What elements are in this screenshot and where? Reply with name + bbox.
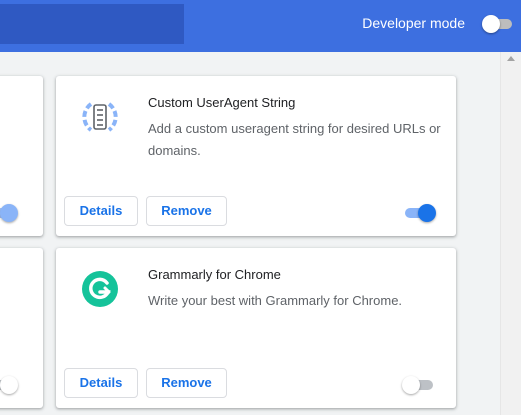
extension-card-custom-useragent: Custom UserAgent String Add a custom use… (56, 76, 456, 236)
extension-name: Grammarly for Chrome (148, 267, 281, 282)
developer-mode-toggle[interactable] (482, 15, 512, 33)
extension-name: Custom UserAgent String (148, 95, 296, 110)
remove-button[interactable]: Remove (146, 368, 227, 398)
search-box[interactable] (0, 4, 184, 44)
extension-enable-toggle[interactable] (402, 204, 436, 222)
developer-mode-toggle-knob (482, 15, 500, 33)
toggle-knob (0, 204, 18, 222)
extension-card-partial (0, 248, 43, 408)
extension-description: Write your best with Grammarly for Chrom… (148, 293, 403, 308)
extension-description: Add a custom useragent string for desire… (148, 121, 441, 158)
toggle-knob (0, 376, 18, 394)
extension-toggle-partial[interactable] (0, 204, 18, 222)
extension-enable-toggle[interactable] (402, 376, 436, 394)
developer-mode-label: Developer mode (362, 15, 465, 31)
useragent-icon (79, 96, 121, 138)
scroll-up-arrow-icon[interactable] (507, 56, 515, 61)
vertical-scrollbar[interactable] (500, 52, 521, 415)
grammarly-icon (79, 268, 121, 310)
top-toolbar: Developer mode (0, 0, 521, 52)
extension-card-partial (0, 76, 43, 236)
extension-card-grammarly: Grammarly for Chrome Write your best wit… (56, 248, 456, 408)
remove-button[interactable]: Remove (146, 196, 227, 226)
extension-toggle-partial[interactable] (0, 376, 18, 394)
details-button[interactable]: Details (64, 368, 138, 398)
toggle-knob (418, 204, 436, 222)
details-button[interactable]: Details (64, 196, 138, 226)
toggle-knob (402, 376, 420, 394)
